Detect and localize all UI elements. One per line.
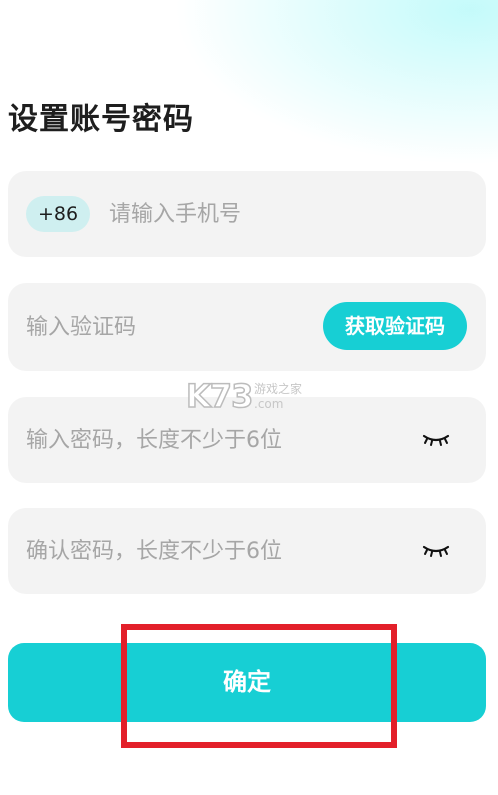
register-form: 设置账号密码 +86 获取验证码 <box>0 0 498 795</box>
page-title: 设置账号密码 <box>8 102 194 137</box>
password-field <box>8 397 486 483</box>
confirm-button[interactable]: 确定 <box>8 643 486 722</box>
phone-field: +86 <box>8 171 486 257</box>
get-code-button[interactable]: 获取验证码 <box>323 302 467 350</box>
eye-closed-icon[interactable] <box>422 542 450 560</box>
verification-code-field: 获取验证码 <box>8 283 486 371</box>
phone-input[interactable] <box>109 194 469 234</box>
confirm-password-input[interactable] <box>26 531 406 571</box>
country-code-badge[interactable]: +86 <box>26 196 90 232</box>
watermark-site-name: 游戏之家 <box>254 382 303 396</box>
eye-closed-icon[interactable] <box>422 431 450 449</box>
password-input[interactable] <box>26 420 406 460</box>
verification-code-input[interactable] <box>26 307 316 347</box>
confirm-password-field <box>8 508 486 594</box>
